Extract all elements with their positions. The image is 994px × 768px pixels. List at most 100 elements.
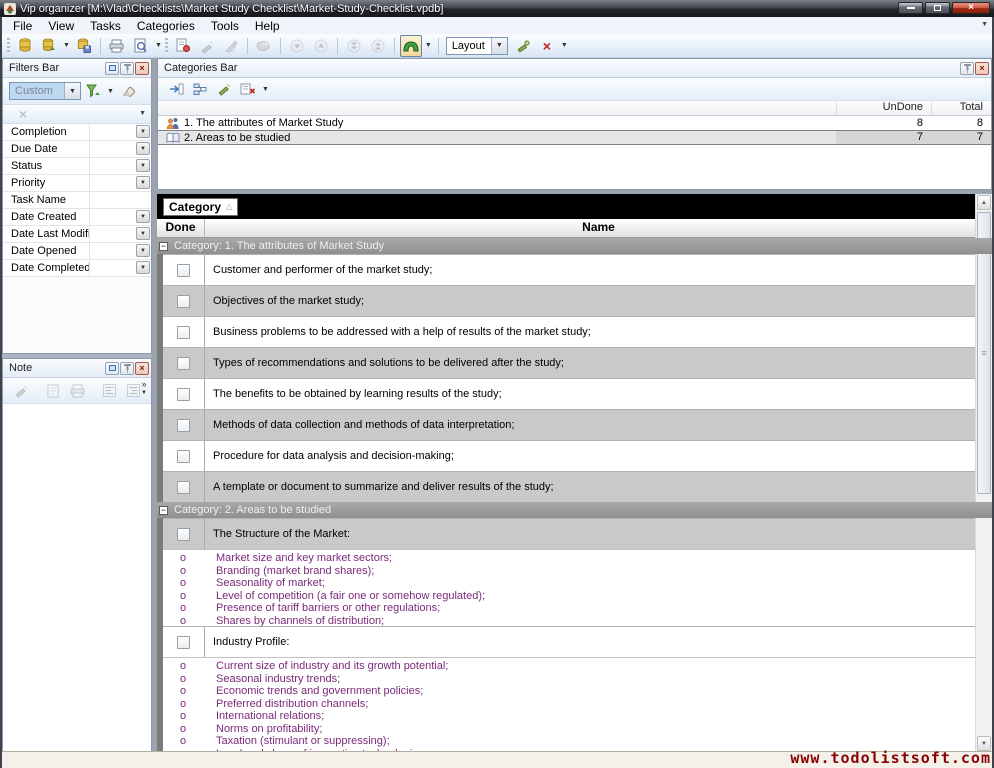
dropdown-arrow-icon[interactable]: ▼	[136, 125, 150, 138]
group-row-1[interactable]: − Category: 1. The attributes of Market …	[157, 238, 992, 254]
note-restore-button[interactable]	[105, 362, 119, 375]
menu-tools[interactable]: Tools	[203, 18, 247, 34]
move-down-button[interactable]	[286, 35, 308, 57]
layout-view-caret-icon[interactable]: ▼	[425, 42, 432, 49]
add-category-button[interactable]	[189, 78, 211, 100]
group-row-2[interactable]: − Category: 2. Areas to be studied	[157, 502, 992, 518]
column-done[interactable]: Done	[157, 219, 205, 237]
clear-filter-button[interactable]	[117, 80, 139, 102]
menu-file[interactable]: File	[5, 18, 40, 34]
move-bottom-button[interactable]	[343, 35, 365, 57]
filter-value-cell[interactable]: ▼	[89, 209, 151, 225]
task-checkbox[interactable]	[177, 357, 190, 370]
delete-task-button[interactable]	[220, 35, 242, 57]
note-toolbar-overflow[interactable]: » ▼	[141, 380, 147, 398]
toolbar-overflow-icon[interactable]: ▼	[561, 42, 568, 49]
dropdown-arrow-icon[interactable]: ▼	[136, 244, 150, 257]
task-checkbox[interactable]	[177, 326, 190, 339]
task-checkbox[interactable]	[177, 419, 190, 432]
filter-value-cell[interactable]: ▼	[89, 260, 151, 276]
task-checkbox[interactable]	[177, 450, 190, 463]
menu-help[interactable]: Help	[247, 18, 288, 34]
filters-overflow-icon[interactable]: ▼	[139, 110, 146, 117]
categories-close-button[interactable]: ×	[975, 62, 989, 75]
task-row[interactable]: Customer and performer of the market stu…	[163, 254, 992, 285]
task-row[interactable]: Methods of data collection and methods o…	[163, 409, 992, 440]
layout-combobox[interactable]: Layout ▼	[446, 37, 508, 55]
task-checkbox[interactable]	[177, 528, 190, 541]
task-checkbox[interactable]	[177, 388, 190, 401]
customize-layout-button[interactable]	[512, 35, 534, 57]
filter-value-cell[interactable]: ▼	[89, 243, 151, 259]
filters-pin-button[interactable]	[120, 62, 134, 75]
task-row[interactable]: Industry Profile:	[163, 626, 992, 657]
category-row-1[interactable]: 1. The attributes of Market Study 8 8	[158, 116, 991, 130]
task-checkbox[interactable]	[177, 481, 190, 494]
filter-preset-arrow-icon[interactable]: ▼	[64, 83, 80, 99]
filter-value-cell[interactable]	[89, 192, 151, 208]
note-pin-button[interactable]	[120, 362, 134, 375]
filter-value-cell[interactable]: ▼	[89, 158, 151, 174]
note-close-button[interactable]: ×	[135, 362, 149, 375]
edit-task-button[interactable]	[196, 35, 218, 57]
apply-filter-button[interactable]	[82, 80, 104, 102]
maximize-button[interactable]	[925, 2, 950, 14]
note-print-button[interactable]	[66, 380, 88, 402]
filter-value-cell[interactable]: ▼	[89, 141, 151, 157]
delete-filter-button[interactable]: ×	[12, 103, 34, 125]
menu-tasks[interactable]: Tasks	[82, 18, 129, 34]
categories-pin-button[interactable]	[960, 62, 974, 75]
filters-close-button[interactable]: ×	[135, 62, 149, 75]
category-row-2-selected[interactable]: 2. Areas to be studied 7 7	[158, 130, 991, 145]
collapse-icon[interactable]: −	[159, 506, 168, 515]
scroll-up-button[interactable]: ▲	[977, 195, 991, 210]
scrollbar-thumb[interactable]: ≡	[977, 212, 991, 494]
task-checkbox[interactable]	[177, 264, 190, 277]
menu-categories[interactable]: Categories	[129, 18, 203, 34]
print-preview-button[interactable]	[130, 35, 152, 57]
column-undone[interactable]: UnDone	[836, 101, 931, 115]
toolbar-grip[interactable]	[7, 38, 10, 54]
categories-toolbar-overflow-icon[interactable]: ▼	[262, 86, 269, 93]
new-database-button[interactable]	[14, 35, 36, 57]
task-row[interactable]: The benefits to be obtained by learning …	[163, 378, 992, 409]
filter-value-cell[interactable]: ▼	[89, 124, 151, 140]
collapse-icon[interactable]: −	[159, 242, 168, 251]
task-checkbox[interactable]	[177, 636, 190, 649]
edit-note-button[interactable]	[10, 380, 32, 402]
delete-category-button[interactable]	[237, 78, 259, 100]
menu-view[interactable]: View	[40, 18, 82, 34]
apply-filter-caret-icon[interactable]: ▼	[107, 88, 114, 95]
task-row[interactable]: Procedure for data analysis and decision…	[163, 440, 992, 471]
note-content[interactable]	[3, 404, 151, 751]
layout-view-button[interactable]	[400, 35, 422, 57]
align-left-button[interactable]	[98, 380, 120, 402]
move-up-button[interactable]	[310, 35, 332, 57]
dropdown-arrow-icon[interactable]: ▼	[136, 176, 150, 189]
open-database-button[interactable]	[38, 35, 60, 57]
column-name[interactable]: Name	[205, 219, 992, 237]
dropdown-arrow-icon[interactable]: ▼	[136, 261, 150, 274]
print-button[interactable]	[106, 35, 128, 57]
task-checkbox[interactable]	[177, 295, 190, 308]
dropdown-arrow-icon[interactable]: ▼	[136, 227, 150, 240]
column-total[interactable]: Total	[931, 101, 991, 115]
open-database-caret-icon[interactable]: ▼	[63, 42, 70, 49]
filters-restore-button[interactable]	[105, 62, 119, 75]
edit-category-button[interactable]	[213, 78, 235, 100]
move-top-button[interactable]	[367, 35, 389, 57]
save-database-button[interactable]	[73, 35, 95, 57]
layout-combobox-arrow-icon[interactable]: ▼	[491, 38, 507, 54]
task-row[interactable]: Business problems to be addressed with a…	[163, 316, 992, 347]
close-button[interactable]: ×	[952, 2, 990, 14]
filter-value-cell[interactable]: ▼	[89, 175, 151, 191]
complete-task-button[interactable]	[253, 35, 275, 57]
dropdown-arrow-icon[interactable]: ▼	[136, 159, 150, 172]
group-by-category-button[interactable]: Category △	[163, 198, 238, 216]
delete-layout-button[interactable]: ×	[536, 35, 558, 57]
task-row[interactable]: A template or document to summarize and …	[163, 471, 992, 502]
dropdown-arrow-icon[interactable]: ▼	[136, 142, 150, 155]
note-print-preview-button[interactable]	[42, 380, 64, 402]
task-row[interactable]: The Structure of the Market:	[163, 518, 992, 549]
filter-preset-combobox[interactable]: Custom ▼	[9, 82, 81, 100]
